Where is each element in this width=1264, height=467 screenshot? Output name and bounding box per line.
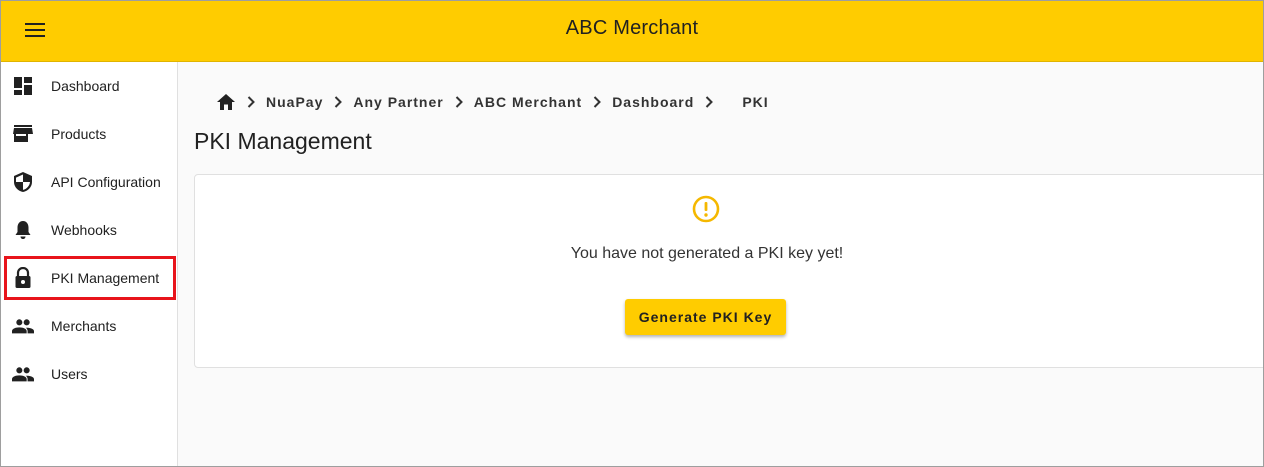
sidebar-item-label: Products — [51, 126, 107, 142]
breadcrumb: NuaPay Any Partner ABC Merchant Dashboar… — [216, 90, 769, 114]
breadcrumb-item-dashboard[interactable]: Dashboard — [612, 94, 694, 110]
sidebar-item-merchants[interactable]: Merchants — [1, 304, 177, 348]
home-icon[interactable] — [216, 93, 236, 111]
sidebar-item-pki-management[interactable]: PKI Management — [4, 256, 176, 300]
sidebar-item-label: Dashboard — [51, 78, 120, 94]
generate-pki-key-button[interactable]: Generate PKI Key — [625, 299, 786, 335]
chevron-right-icon — [325, 96, 351, 108]
sidebar-item-label: PKI Management — [51, 270, 160, 286]
people-icon — [12, 363, 34, 385]
shield-icon — [12, 171, 34, 193]
sidebar-item-webhooks[interactable]: Webhooks — [1, 208, 177, 252]
sidebar-item-dashboard[interactable]: Dashboard — [1, 64, 177, 108]
breadcrumb-item-any-partner[interactable]: Any Partner — [353, 94, 443, 110]
dashboard-icon — [12, 75, 34, 97]
page-title: PKI Management — [194, 128, 372, 154]
bell-icon — [12, 219, 34, 241]
main-content: NuaPay Any Partner ABC Merchant Dashboar… — [178, 62, 1263, 466]
top-app-bar: ABC Merchant — [1, 1, 1263, 62]
breadcrumb-item-nuapay[interactable]: NuaPay — [266, 94, 323, 110]
sidebar-item-api-configuration[interactable]: API Configuration — [1, 160, 177, 204]
store-icon — [12, 123, 34, 145]
chevron-right-icon — [696, 96, 722, 108]
app-title: ABC Merchant — [565, 17, 699, 39]
people-icon — [12, 315, 34, 337]
empty-state-card: You have not generated a PKI key yet! Ge… — [194, 174, 1263, 368]
lock-icon — [12, 267, 34, 289]
breadcrumb-item-current: PKI — [742, 94, 769, 110]
app-window: ABC Merchant Dashboard Products API Conf… — [0, 0, 1264, 467]
sidebar-item-products[interactable]: Products — [1, 112, 177, 156]
sidebar-item-label: API Configuration — [51, 174, 161, 190]
sidebar-item-label: Users — [51, 366, 88, 382]
breadcrumb-item-abc-merchant[interactable]: ABC Merchant — [474, 94, 582, 110]
empty-state-message: You have not generated a PKI key yet! — [570, 245, 844, 262]
sidebar-item-label: Webhooks — [51, 222, 117, 238]
sidebar-item-label: Merchants — [51, 318, 117, 334]
chevron-right-icon — [584, 96, 610, 108]
chevron-right-icon — [446, 96, 472, 108]
sidebar-item-users[interactable]: Users — [1, 352, 177, 396]
chevron-right-icon — [238, 96, 264, 108]
warning-circle-icon — [692, 195, 720, 223]
sidebar: Dashboard Products API Configuration Web… — [1, 62, 178, 466]
